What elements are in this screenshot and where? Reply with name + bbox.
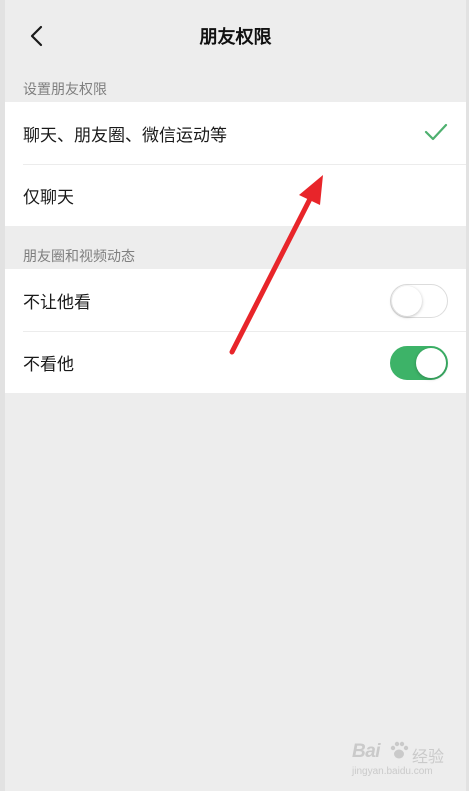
toggle-knob bbox=[392, 286, 422, 316]
section-header-permissions: 设置朋友权限 bbox=[23, 82, 107, 98]
permission-option-chat-only[interactable]: 仅聊天 bbox=[5, 164, 466, 226]
paw-icon bbox=[390, 741, 409, 759]
page-title: 朋友权限 bbox=[199, 27, 272, 48]
toggle-knob bbox=[416, 348, 446, 378]
option-label: 仅聊天 bbox=[23, 187, 74, 208]
hide-my-moments-toggle[interactable] bbox=[390, 284, 448, 318]
permission-option-full[interactable]: 聊天、朋友圈、微信运动等 bbox=[5, 102, 466, 164]
section-header-moments: 朋友圈和视频动态 bbox=[23, 249, 135, 265]
check-icon bbox=[424, 123, 448, 141]
toggle-row-hide-their-moments: 不看他 bbox=[5, 331, 466, 393]
hide-their-moments-toggle[interactable] bbox=[390, 346, 448, 380]
toggle-label: 不让他看 bbox=[23, 292, 91, 313]
baidu-watermark: Bai 经验 jingyan.baidu.com bbox=[350, 735, 460, 783]
moments-toggles-group: 不让他看 不看他 bbox=[5, 269, 466, 393]
watermark-brand: Bai bbox=[352, 741, 381, 762]
watermark-suffix: 经验 bbox=[412, 747, 445, 766]
permission-options-group: 聊天、朋友圈、微信运动等 仅聊天 bbox=[5, 102, 466, 226]
watermark-url: jingyan.baidu.com bbox=[352, 766, 433, 777]
option-label: 聊天、朋友圈、微信运动等 bbox=[23, 125, 227, 146]
toggle-row-hide-my-moments: 不让他看 bbox=[5, 269, 466, 331]
navigation-bar: 朋友权限 bbox=[5, 0, 466, 72]
toggle-label: 不看他 bbox=[23, 354, 74, 375]
